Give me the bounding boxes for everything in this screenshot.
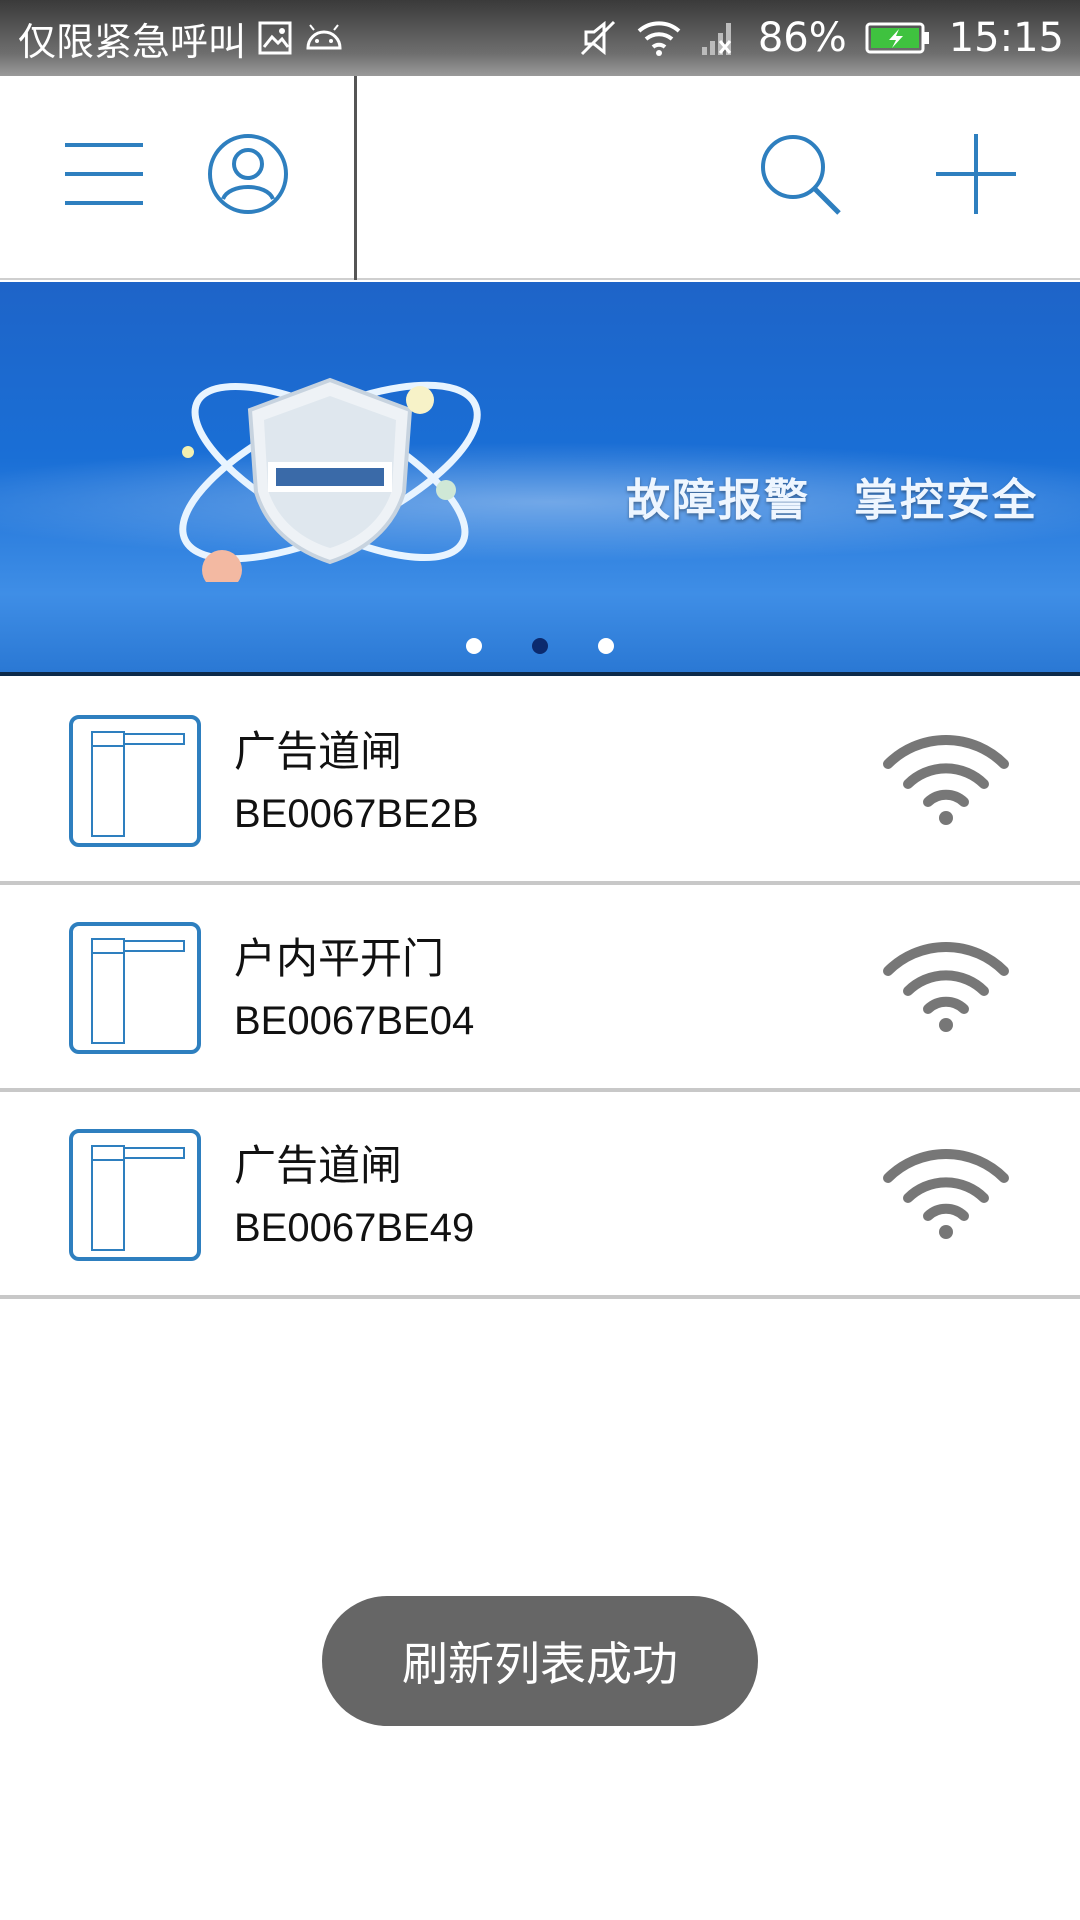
clock: 15:15	[948, 15, 1064, 61]
app-toolbar	[0, 76, 1080, 280]
wifi-status-icon	[636, 19, 682, 57]
banner-page-indicator	[466, 638, 614, 654]
banner-slogan: 故障报警 掌控安全	[626, 464, 1038, 528]
android-icon	[304, 24, 344, 52]
device-id: BE0067BE2B	[234, 792, 479, 836]
device-row[interactable]: 广告道闸 BE0067BE49	[0, 1092, 1080, 1299]
battery-percent: 86%	[757, 15, 847, 61]
carrier-text: 仅限紧急呼叫	[18, 19, 247, 64]
wifi-icon	[882, 937, 1010, 1033]
device-name: 户内平开门	[234, 934, 445, 983]
device-id: BE0067BE49	[234, 1206, 475, 1250]
profile-icon	[207, 133, 289, 219]
device-row[interactable]: 户内平开门 BE0067BE04	[0, 885, 1080, 1092]
battery-icon	[865, 21, 931, 55]
wifi-icon	[882, 730, 1010, 826]
search-button[interactable]	[752, 128, 848, 224]
image-icon	[258, 21, 292, 55]
page-dot-3[interactable]	[598, 638, 614, 654]
page-dot-2[interactable]	[532, 638, 548, 654]
banner-text-2: 掌控安全	[854, 475, 1038, 526]
barrier-gate-icon	[68, 1128, 202, 1262]
device-list: 广告道闸 BE0067BE2B 户内平开门 BE0067BE04 广告道闸 BE…	[0, 678, 1080, 1299]
device-name: 广告道闸	[234, 727, 403, 776]
device-row[interactable]: 广告道闸 BE0067BE2B	[0, 678, 1080, 885]
banner-text-1: 故障报警	[626, 475, 810, 526]
add-button[interactable]	[928, 128, 1024, 224]
profile-button[interactable]	[200, 128, 296, 224]
toast-message: 刷新列表成功	[322, 1596, 758, 1726]
device-name: 广告道闸	[234, 1141, 403, 1190]
mute-icon	[578, 18, 618, 58]
promo-banner[interactable]: 故障报警 掌控安全	[0, 282, 1080, 676]
shield-logo-icon	[179, 377, 481, 582]
add-icon	[934, 132, 1018, 220]
status-bar: 仅限紧急呼叫 86% 15:15	[0, 0, 1080, 76]
search-icon	[757, 131, 843, 221]
toolbar-divider	[354, 76, 357, 280]
barrier-gate-icon	[68, 714, 202, 848]
device-id: BE0067BE04	[234, 999, 475, 1043]
signal-icon	[700, 19, 740, 57]
wifi-icon	[882, 1144, 1010, 1240]
menu-icon	[63, 139, 145, 213]
page-dot-1[interactable]	[466, 638, 482, 654]
menu-button[interactable]	[56, 128, 152, 224]
barrier-gate-icon	[68, 921, 202, 1055]
